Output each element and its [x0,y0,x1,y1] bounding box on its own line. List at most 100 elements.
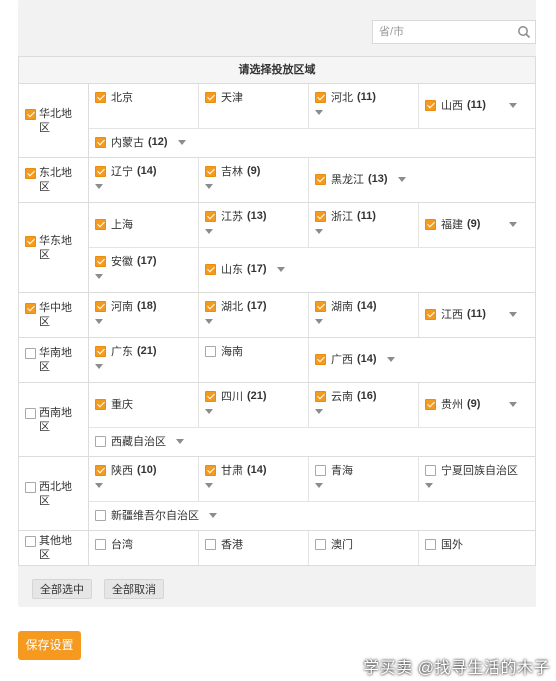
region-toggle[interactable]: 西南地区 [25,406,73,434]
province-option[interactable]: 国外 [425,536,529,552]
chevron-down-icon[interactable] [177,139,186,145]
province-option[interactable]: 西藏自治区 [95,433,529,449]
province-search-box[interactable] [372,20,536,44]
chevron-down-icon[interactable] [509,103,517,108]
province-checkbox[interactable] [425,99,436,111]
province-checkbox[interactable] [95,255,106,267]
chevron-down-icon[interactable] [95,184,103,189]
chevron-down-icon[interactable] [315,229,323,234]
province-checkbox[interactable] [315,91,326,103]
region-checkbox[interactable] [25,348,36,359]
province-option[interactable]: 江苏 (13) [205,208,308,224]
province-checkbox[interactable] [95,218,106,230]
province-search-input[interactable] [373,21,515,43]
chevron-down-icon[interactable] [95,364,103,369]
province-option[interactable]: 香港 [205,536,308,552]
province-option[interactable]: 广东 (21) [95,343,198,359]
province-option[interactable]: 山东 (17) [205,261,529,277]
chevron-down-icon[interactable] [397,176,406,182]
province-option[interactable]: 天津 [205,89,308,105]
region-checkbox[interactable] [25,168,36,179]
province-option[interactable]: 甘肃 (14) [205,462,308,478]
select-all-button[interactable]: 全部选中 [32,579,92,599]
save-settings-button[interactable]: 保存设置 [18,631,81,660]
province-option[interactable]: 吉林 (9) [205,163,308,179]
province-checkbox[interactable] [315,464,326,476]
chevron-down-icon[interactable] [315,110,323,115]
region-toggle[interactable]: 西北地区 [25,480,73,508]
province-option[interactable]: 河北 (11) [315,89,418,105]
chevron-down-icon[interactable] [95,319,103,324]
chevron-down-icon[interactable] [205,319,213,324]
province-option[interactable]: 台湾 [95,536,198,552]
province-checkbox[interactable] [205,300,216,312]
region-checkbox[interactable] [25,481,36,493]
chevron-down-icon[interactable] [95,483,103,488]
region-checkbox[interactable] [25,303,36,314]
chevron-down-icon[interactable] [209,512,217,518]
province-option[interactable]: 新疆维吾尔自治区 [95,507,529,523]
chevron-down-icon[interactable] [509,402,517,407]
province-option[interactable]: 四川 (21) [205,388,308,404]
province-checkbox[interactable] [95,509,106,521]
province-checkbox[interactable] [315,210,326,222]
province-checkbox[interactable] [205,464,216,476]
province-checkbox[interactable] [205,263,216,275]
province-checkbox[interactable] [205,91,216,103]
province-checkbox[interactable] [95,398,106,410]
province-checkbox[interactable] [95,464,106,476]
province-option[interactable]: 辽宁 (14) [95,163,198,179]
region-checkbox[interactable] [25,407,36,419]
province-checkbox[interactable] [315,173,326,185]
chevron-down-icon[interactable] [95,274,103,279]
province-checkbox[interactable] [205,390,216,402]
province-checkbox[interactable] [205,210,216,222]
province-checkbox[interactable] [95,136,106,148]
region-toggle[interactable]: 东北地区 [25,166,73,194]
region-toggle[interactable]: 其他地区 [25,534,73,562]
province-checkbox[interactable] [315,538,326,550]
province-checkbox[interactable] [205,165,216,177]
search-icon[interactable] [517,25,531,39]
province-checkbox[interactable] [95,300,106,312]
province-option[interactable]: 黑龙江 (13) [315,171,529,187]
region-toggle[interactable]: 华中地区 [25,301,73,329]
province-option[interactable]: 青海 [315,462,418,478]
province-checkbox[interactable] [425,308,436,320]
chevron-down-icon[interactable] [205,483,213,488]
province-option[interactable]: 海南 [205,343,308,359]
chevron-down-icon[interactable] [386,356,395,362]
chevron-down-icon[interactable] [176,438,184,444]
province-option[interactable]: 澳门 [315,536,418,552]
province-checkbox[interactable] [95,435,106,447]
chevron-down-icon[interactable] [509,312,517,317]
province-checkbox[interactable] [425,538,436,550]
chevron-down-icon[interactable] [276,266,285,272]
province-option[interactable]: 宁夏回族自治区 [425,462,529,478]
province-option[interactable]: 重庆 [95,396,198,412]
region-checkbox[interactable] [25,108,36,120]
province-option[interactable]: 河南 (18) [95,298,198,314]
chevron-down-icon[interactable] [315,319,323,324]
province-checkbox[interactable] [95,165,106,177]
province-checkbox[interactable] [95,345,106,357]
province-checkbox[interactable] [425,464,436,476]
chevron-down-icon[interactable] [315,409,323,414]
province-checkbox[interactable] [315,300,326,312]
province-checkbox[interactable] [425,218,436,230]
province-checkbox[interactable] [205,538,216,550]
province-option[interactable]: 安徽 (17) [95,253,198,269]
province-checkbox[interactable] [315,390,326,402]
region-toggle[interactable]: 华南地区 [25,346,73,374]
region-checkbox[interactable] [25,536,36,547]
chevron-down-icon[interactable] [425,483,433,488]
deselect-all-button[interactable]: 全部取消 [104,579,164,599]
province-option[interactable]: 上海 [95,216,198,232]
province-checkbox[interactable] [425,398,436,410]
province-option[interactable]: 北京 [95,89,198,105]
province-checkbox[interactable] [95,91,106,103]
province-option[interactable]: 陕西 (10) [95,462,198,478]
chevron-down-icon[interactable] [315,483,323,488]
province-option[interactable]: 云南 (16) [315,388,418,404]
region-toggle[interactable]: 华北地区 [25,107,73,135]
